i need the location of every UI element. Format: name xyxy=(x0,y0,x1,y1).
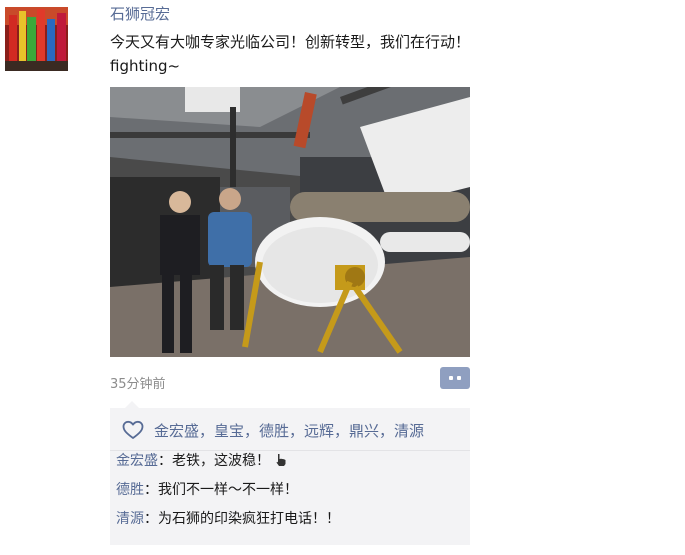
hand-pointing-icon xyxy=(276,454,286,466)
comment-author[interactable]: 金宏盛 xyxy=(116,453,158,469)
avatar[interactable] xyxy=(5,7,68,71)
comment-author[interactable]: 清源 xyxy=(116,511,144,527)
likes-names[interactable]: 金宏盛，皇宝，德胜，远辉，鼎兴，清源 xyxy=(154,420,424,441)
avatar-image xyxy=(5,7,68,71)
comment-item[interactable]: 德胜：我们不一样～不一样！ xyxy=(116,480,298,500)
comment-separator: ： xyxy=(144,511,158,527)
post-text: 今天又有大咖专家光临公司！创新转型，我们在行动！ fighting~ xyxy=(110,33,471,75)
post-photo[interactable] xyxy=(110,87,470,357)
comment-dot-icon xyxy=(457,376,461,380)
factory-photo-image xyxy=(110,87,470,357)
comment-dot-icon xyxy=(449,376,453,380)
likes-row: 金宏盛，皇宝，德胜，远辉，鼎兴，清源 xyxy=(122,419,424,441)
comment-item[interactable]: 金宏盛：老铁，这波稳！ xyxy=(116,451,288,471)
comment-separator: ： xyxy=(158,453,172,469)
post-author-name[interactable]: 石狮冠宏 xyxy=(110,3,170,24)
heart-outline-icon xyxy=(122,420,144,439)
post-timestamp: 35分钟前 xyxy=(110,377,166,392)
likes-comments-panel: 金宏盛，皇宝，德胜，远辉，鼎兴，清源 金宏盛：老铁，这波稳！ 德胜：我们不一样～… xyxy=(110,408,470,545)
comment-text: 我们不一样～不一样！ xyxy=(158,482,298,498)
comment-text: 老铁，这波稳！ xyxy=(172,453,270,469)
comment-item[interactable]: 清源：为石狮的印染疯狂打电话！！ xyxy=(116,509,340,529)
comment-button[interactable] xyxy=(440,367,470,389)
comment-author[interactable]: 德胜 xyxy=(116,482,144,498)
comment-text: 为石狮的印染疯狂打电话！！ xyxy=(158,511,340,527)
comment-separator: ： xyxy=(144,482,158,498)
feedback-caret xyxy=(125,401,139,408)
